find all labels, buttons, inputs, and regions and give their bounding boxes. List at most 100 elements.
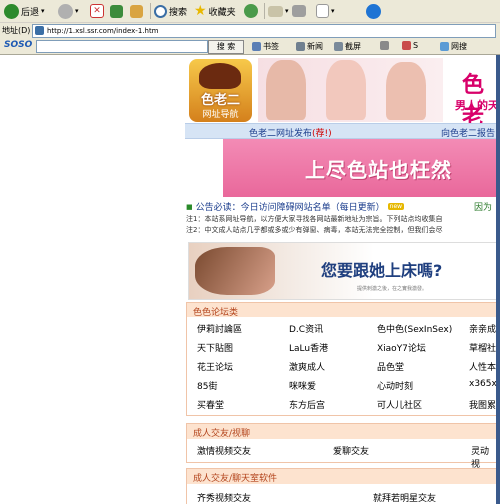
site-logo[interactable]: 色老二 网址导航 <box>189 59 252 122</box>
soso-s[interactable]: S <box>402 41 418 50</box>
edit-button[interactable]: ▾ <box>316 1 335 21</box>
ie-button[interactable] <box>366 1 381 21</box>
soso-item-label: 截屏 <box>345 42 361 51</box>
soso-settings[interactable] <box>380 41 389 50</box>
edit-icon <box>316 4 329 18</box>
model-figure <box>326 60 366 120</box>
announcement-right[interactable]: 因为 <box>474 200 492 213</box>
model-figure <box>266 60 306 120</box>
soso-item-label: 书签 <box>263 42 279 51</box>
chevron-down-icon: ▾ <box>331 7 335 15</box>
forward-arrow-icon <box>58 3 73 19</box>
mail-button[interactable]: ▾ <box>268 1 289 21</box>
star-icon: ★ <box>194 3 207 19</box>
forum-link[interactable]: 色中色(SexInSex) <box>377 322 452 335</box>
history-button[interactable] <box>244 1 258 21</box>
promo-banner-text: 上尽色站也枉然 <box>305 158 452 182</box>
forum-link[interactable]: 人性本 <box>469 360 496 373</box>
ie-icon <box>366 3 381 19</box>
chevron-down-icon: ▾ <box>75 7 79 15</box>
soso-news[interactable]: 新闻 <box>296 41 323 52</box>
soso-screenshot[interactable]: 截屏 <box>334 41 361 52</box>
forum-link[interactable]: D.C资讯 <box>289 322 323 335</box>
soso-websearch[interactable]: 网搜 <box>440 41 467 52</box>
print-icon <box>292 5 306 17</box>
soso-search-input[interactable] <box>36 40 208 53</box>
chat-link[interactable]: 激情视频交友 <box>197 444 251 457</box>
announcement-text: 公告必读：今日访问障碍网站名单（每日更新） <box>195 203 385 213</box>
forum-link[interactable]: 买春堂 <box>197 398 224 411</box>
toolbar-divider <box>150 3 151 19</box>
stop-icon: ✕ <box>90 4 104 18</box>
notice-link[interactable]: 色老二网址发布(荐!) <box>249 126 332 139</box>
print-button[interactable] <box>292 1 306 21</box>
header-right-subtitle: 男人的天 <box>455 99 499 112</box>
back-arrow-icon <box>4 3 19 19</box>
back-button[interactable]: 后退 ▾ <box>4 1 45 21</box>
back-label: 后退 <box>21 7 40 18</box>
section-header: 成人交友/视聊 <box>187 424 497 439</box>
logo-text: 色老二 <box>200 93 240 108</box>
chatroom-link[interactable]: 齐秀视频交友 <box>197 491 251 504</box>
address-url: http://1.xsl.ssr.com/index-1.htm <box>47 27 159 35</box>
stop-button[interactable]: ✕ <box>90 1 104 21</box>
forum-link[interactable]: 咪咪爱 <box>289 379 316 392</box>
soso-bookmark[interactable]: 书签 <box>252 41 279 52</box>
address-input[interactable]: http://1.xsl.ssr.com/index-1.htm <box>32 24 496 38</box>
forum-link[interactable]: 亲亲成 <box>469 322 496 335</box>
section-title: 成人交友/视聊 <box>193 429 251 439</box>
home-icon <box>130 4 143 18</box>
refresh-button[interactable] <box>110 1 123 21</box>
announcement[interactable]: ■ 公告必读：今日访问障碍网站名单（每日更新） new <box>186 200 405 213</box>
soso-item-label: S <box>413 41 419 50</box>
chevron-down-icon: ▾ <box>41 7 45 15</box>
home-button[interactable] <box>130 1 143 21</box>
forum-link[interactable]: 激爽成人 <box>289 360 325 373</box>
forum-link[interactable]: 天下貼图 <box>197 341 233 354</box>
table-row: 花王论坛 激爽成人 品色堂 人性本 <box>187 357 497 376</box>
forum-link[interactable]: 85街 <box>197 379 217 392</box>
page-icon <box>35 26 44 35</box>
forward-button[interactable]: ▾ <box>58 1 79 21</box>
forum-link[interactable]: 可人儿社区 <box>377 398 422 411</box>
ad-banner-text: 您要跟她上床嗎? <box>321 261 443 280</box>
forum-link[interactable]: x365x <box>469 379 497 389</box>
table-row: 85街 咪咪爱 心动时刻 x365x <box>187 376 497 395</box>
search-button[interactable]: 搜索 <box>154 1 187 21</box>
ad-photo <box>195 247 275 295</box>
news-icon <box>296 42 305 51</box>
ad-banner[interactable]: 您要跟她上床嗎? 提供刺激之後，在之實我激發。 <box>188 242 498 300</box>
forum-link[interactable]: 品色堂 <box>377 360 404 373</box>
notes: 注1：本站系网址导航，以方便大家寻找各网站最新地址为宗旨。下列站点均收集自 注2… <box>186 214 500 236</box>
vertical-scrollbar[interactable] <box>496 55 500 504</box>
forum-link[interactable]: 心动时刻 <box>377 379 413 392</box>
table-row: 天下貼图 LaLu香港 XiaoY7论坛 草榴社 <box>187 338 497 357</box>
chat-link[interactable]: 爱聊交友 <box>333 444 369 457</box>
forum-link[interactable]: LaLu香港 <box>289 341 328 354</box>
report-link[interactable]: 向色老二报告 <box>441 126 495 139</box>
section-title: 色色论坛类 <box>193 308 239 318</box>
forum-link[interactable]: XiaoY7论坛 <box>377 341 426 354</box>
chat-link[interactable]: 灵动视 <box>471 444 497 470</box>
search-label: 搜索 <box>169 7 188 18</box>
mail-icon <box>268 5 283 17</box>
chatroom-section: 成人交友/聊天室软件 齐秀视频交友 就拜若明星交友 <box>186 468 498 504</box>
new-badge: new <box>387 203 405 210</box>
forum-links: 伊莉討論區 D.C资讯 色中色(SexInSex) 亲亲成 天下貼图 LaLu香… <box>187 319 497 414</box>
forum-link[interactable]: 花王论坛 <box>197 360 233 373</box>
soso-search-button[interactable]: 搜 索 <box>208 40 244 54</box>
section-header: 成人交友/聊天室软件 <box>187 469 497 484</box>
bookmark-icon <box>252 42 261 51</box>
forum-link[interactable]: 东方后宫 <box>289 398 325 411</box>
search-icon <box>154 4 167 18</box>
forum-link[interactable]: 我图累 <box>469 398 496 411</box>
note-line: 注2：中文成人站点几乎都或多或少有弹窗、病毒，本站无法完全控制，但我们会尽 <box>186 226 443 234</box>
chatroom-link[interactable]: 就拜若明星交友 <box>373 491 436 504</box>
ad-banner-subtext: 提供刺激之後，在之實我激發。 <box>357 286 428 292</box>
forum-link[interactable]: 伊莉討論區 <box>197 322 242 335</box>
favorites-button[interactable]: ★ 收藏夹 <box>194 1 236 21</box>
forum-section: 色色论坛类 伊莉討論區 D.C资讯 色中色(SexInSex) 亲亲成 天下貼图… <box>186 302 498 416</box>
promo-banner[interactable]: 上尽色站也枉然 <box>223 139 496 197</box>
favorites-label: 收藏夹 <box>208 7 236 18</box>
forum-link[interactable]: 草榴社 <box>469 341 496 354</box>
